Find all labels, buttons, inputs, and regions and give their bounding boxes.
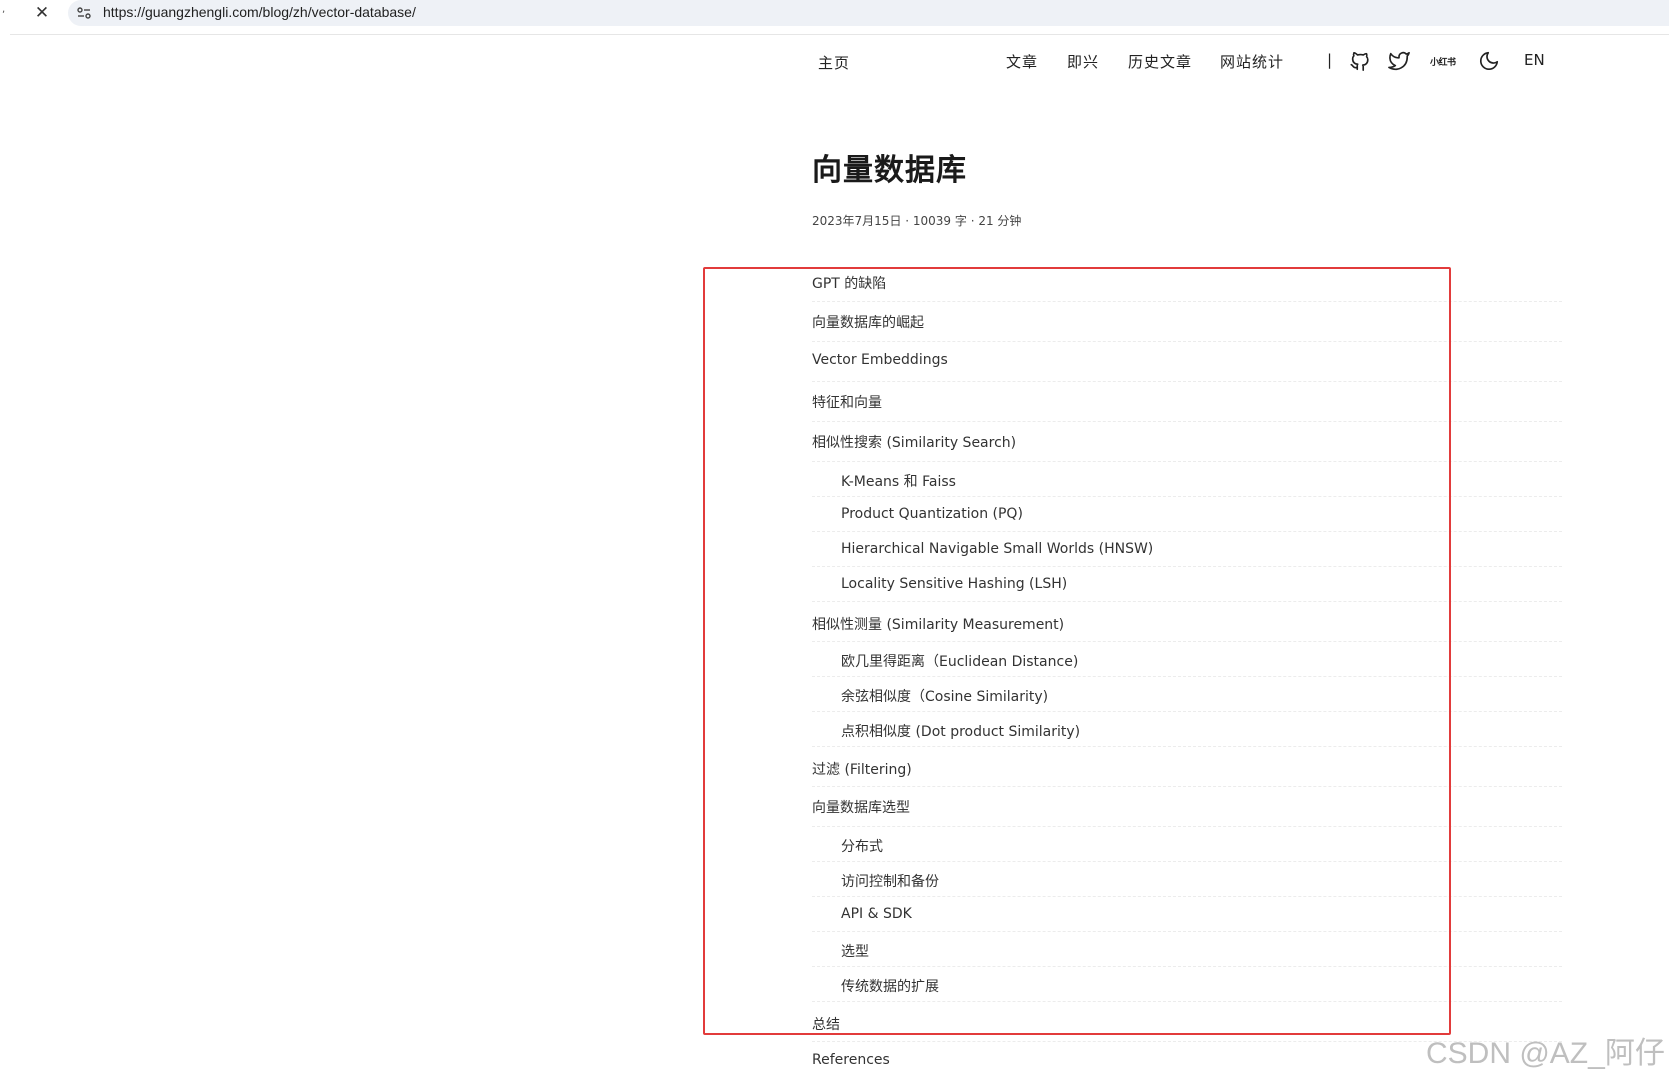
toc-link[interactable]: API & SDK [841, 906, 912, 922]
toc-subitem[interactable]: 欧几里得距离（Euclidean Distance) [812, 642, 1562, 677]
watermark-text: CSDN @AZ_阿仔 [1426, 1037, 1665, 1070]
toc-item[interactable]: 相似性测量 (Similarity Measurement) [812, 602, 1562, 642]
post-meta: 2023年7月15日 · 10039 字 · 21 分钟 [812, 214, 1022, 228]
github-icon[interactable] [1349, 50, 1371, 72]
toc-link[interactable]: Vector Embeddings [812, 352, 948, 368]
site-nav: 主页 文章 即兴 历史文章 网站统计 | 小红书 EN [0, 44, 1669, 80]
tab-edge-glyph: , [2, 4, 6, 15]
toc-link[interactable]: Product Quantization (PQ) [841, 506, 1023, 522]
toc-link[interactable]: Locality Sensitive Hashing (LSH) [841, 576, 1067, 592]
toc-link[interactable]: 欧几里得距离（Euclidean Distance) [841, 651, 1078, 671]
toc-subitem[interactable]: API & SDK [812, 897, 1562, 932]
toc-item[interactable]: 向量数据库选型 [812, 787, 1562, 827]
toolbar-divider [10, 34, 1669, 35]
nav-home-link[interactable]: 主页 [818, 52, 850, 73]
address-bar[interactable]: https://guangzhengli.com/blog/zh/vector-… [68, 0, 1669, 26]
toc-subitem[interactable]: 访问控制和备份 [812, 862, 1562, 897]
toc-subitem[interactable]: 选型 [812, 932, 1562, 967]
toc-link[interactable]: 特征和向量 [812, 392, 882, 412]
toc-link[interactable]: References [812, 1052, 890, 1068]
browser-toolbar: , ✕ https://guangzhengli.com/blog/zh/vec… [0, 0, 1669, 28]
toc-link[interactable]: Hierarchical Navigable Small Worlds (HNS… [841, 541, 1153, 557]
nav-link-impromptu[interactable]: 即兴 [1067, 51, 1099, 72]
toc-item[interactable]: 特征和向量 [812, 382, 1562, 422]
toc-link[interactable]: 相似性测量 (Similarity Measurement) [812, 614, 1064, 634]
close-icon[interactable]: ✕ [32, 3, 52, 23]
toc-item[interactable]: GPT 的缺陷 [812, 264, 1562, 302]
dark-mode-moon-icon[interactable] [1478, 50, 1500, 72]
toc-item[interactable]: Vector Embeddings [812, 342, 1562, 382]
toc-subitem[interactable]: Product Quantization (PQ) [812, 497, 1562, 532]
nav-link-stats[interactable]: 网站统计 [1220, 51, 1284, 72]
toc-subitem[interactable]: 传统数据的扩展 [812, 967, 1562, 1002]
toc-subitem[interactable]: 分布式 [812, 827, 1562, 862]
toc-link[interactable]: GPT 的缺陷 [812, 273, 886, 293]
toc-link[interactable]: 总结 [812, 1014, 840, 1034]
toc-link[interactable]: 相似性搜索 (Similarity Search) [812, 432, 1016, 452]
toc-link[interactable]: 过滤 (Filtering) [812, 759, 912, 779]
twitter-icon[interactable] [1388, 50, 1410, 72]
toc-link[interactable]: K-Means 和 Faiss [841, 471, 956, 491]
toc-item[interactable]: 向量数据库的崛起 [812, 302, 1562, 342]
table-of-contents: GPT 的缺陷向量数据库的崛起 Vector Embeddings 特征和向量相似性… [812, 264, 1562, 1082]
toc-subitem[interactable]: Locality Sensitive Hashing (LSH) [812, 567, 1562, 602]
nav-link-articles[interactable]: 文章 [1006, 51, 1038, 72]
toc-subitem[interactable]: 点积相似度 (Dot product Similarity) [812, 712, 1562, 747]
toc-link[interactable]: 分布式 [841, 836, 883, 856]
url-text[interactable]: https://guangzhengli.com/blog/zh/vector-… [103, 4, 416, 20]
toc-subitem[interactable]: K-Means 和 Faiss [812, 462, 1562, 497]
xiaohongshu-icon[interactable]: 小红书 [1430, 55, 1456, 68]
toc-item[interactable]: 相似性搜索 (Similarity Search) [812, 422, 1562, 462]
toc-link[interactable]: 选型 [841, 941, 869, 961]
toc-link[interactable]: 点积相似度 (Dot product Similarity) [841, 721, 1080, 741]
language-switch-link[interactable]: EN [1524, 51, 1545, 69]
toc-link[interactable]: 传统数据的扩展 [841, 976, 939, 996]
toc-item[interactable]: 过滤 (Filtering) [812, 747, 1562, 787]
toc-subitem[interactable]: 余弦相似度（Cosine Similarity) [812, 677, 1562, 712]
page-title: 向量数据库 [812, 153, 967, 188]
toc-link[interactable]: 向量数据库选型 [812, 797, 910, 817]
toc-subitem[interactable]: Hierarchical Navigable Small Worlds (HNS… [812, 532, 1562, 567]
site-info-icon[interactable] [76, 5, 92, 21]
toc-link[interactable]: 余弦相似度（Cosine Similarity) [841, 686, 1048, 706]
nav-separator: | [1327, 51, 1333, 69]
toc-link[interactable]: 向量数据库的崛起 [812, 312, 924, 332]
toc-link[interactable]: 访问控制和备份 [841, 871, 939, 891]
nav-link-history[interactable]: 历史文章 [1128, 51, 1192, 72]
